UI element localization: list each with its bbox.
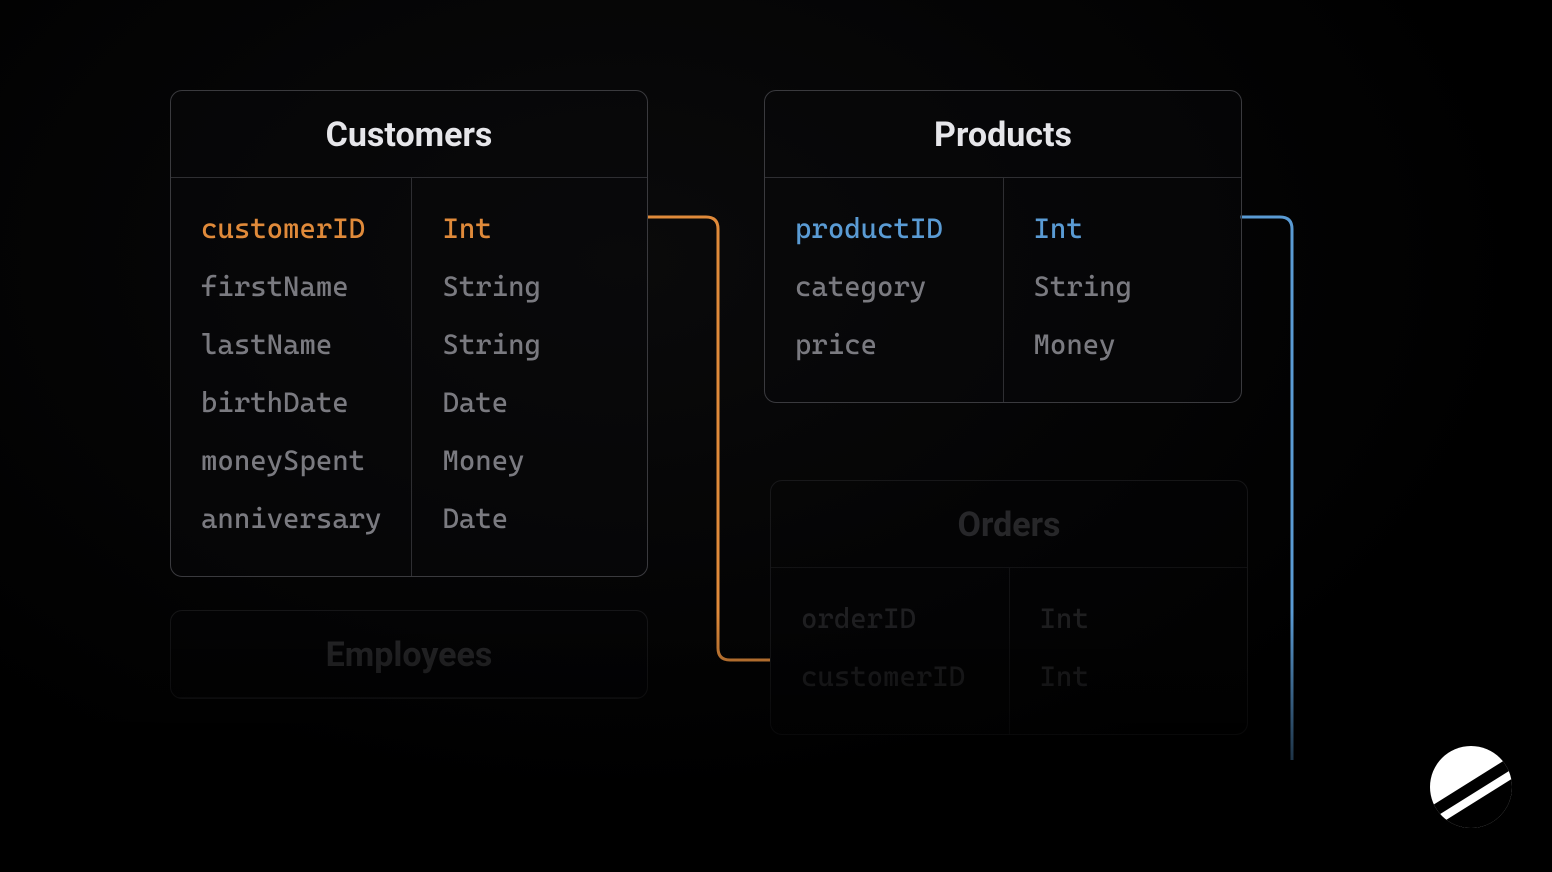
brand-logo-icon (1430, 746, 1512, 832)
table-title: Orders (771, 481, 1247, 568)
field-type: Date (442, 490, 617, 548)
field-name: moneySpent (201, 432, 381, 490)
field-name: birthDate (201, 374, 381, 432)
field-name: productID (795, 200, 973, 258)
field-type: Int (1034, 200, 1212, 258)
table-title: Customers (171, 91, 647, 178)
field-type: Money (1034, 316, 1212, 374)
column-field-types: Int String Money (1004, 178, 1242, 402)
table-employees: Employees (170, 610, 648, 699)
table-title: Employees (171, 611, 647, 698)
column-field-types: Int Int (1010, 568, 1248, 734)
column-field-names: customerID firstName lastName birthDate … (171, 178, 412, 576)
table-orders: Orders orderID customerID Int Int (770, 480, 1248, 735)
field-name: lastName (201, 316, 381, 374)
field-name: customerID (801, 648, 979, 706)
field-name: category (795, 258, 973, 316)
column-field-names: orderID customerID (771, 568, 1010, 734)
field-type: Date (442, 374, 617, 432)
field-name: customerID (201, 200, 381, 258)
field-type: String (442, 316, 617, 374)
field-type: Int (442, 200, 617, 258)
field-type: Int (1040, 590, 1218, 648)
table-title: Products (765, 91, 1241, 178)
schema-canvas: Customers customerID firstName lastName … (0, 0, 1552, 872)
column-field-names: productID category price (765, 178, 1004, 402)
field-type: String (442, 258, 617, 316)
field-type: Money (442, 432, 617, 490)
column-field-types: Int String String Date Money Date (412, 178, 647, 576)
field-name: orderID (801, 590, 979, 648)
field-type: String (1034, 258, 1212, 316)
table-customers: Customers customerID firstName lastName … (170, 90, 648, 577)
field-name: firstName (201, 258, 381, 316)
table-products: Products productID category price Int St… (764, 90, 1242, 403)
field-name: price (795, 316, 973, 374)
field-type: Int (1040, 648, 1218, 706)
field-name: anniversary (201, 490, 381, 548)
